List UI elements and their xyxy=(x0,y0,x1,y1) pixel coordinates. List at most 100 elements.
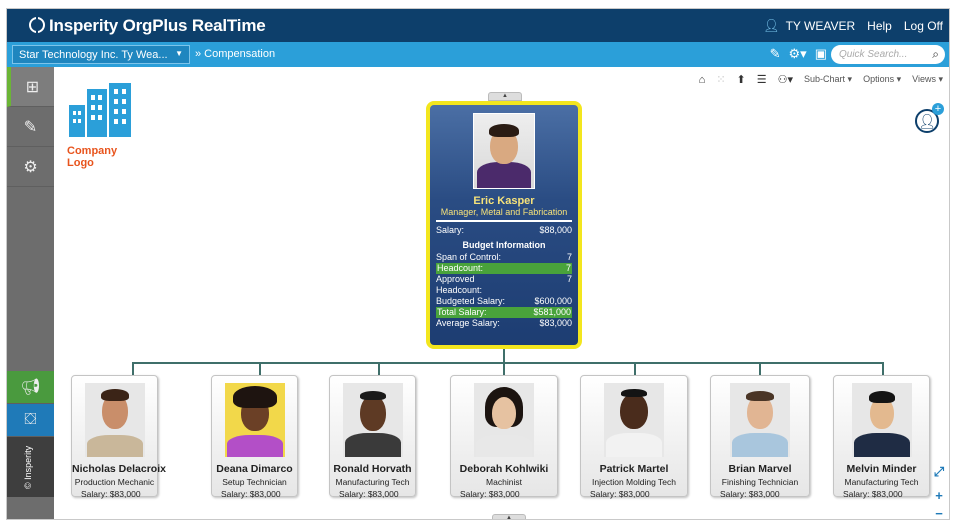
employee-salary: Salary: $83,000 xyxy=(843,489,903,499)
logoff-link[interactable]: Log Off xyxy=(904,19,943,33)
list-icon[interactable]: ☰ xyxy=(757,73,767,86)
employee-salary: Salary: $83,000 xyxy=(720,489,780,499)
search-input[interactable]: Quick Search... ⌕ xyxy=(831,45,945,64)
settings-dropdown-icon[interactable]: ⚙▾ xyxy=(789,46,807,62)
views-menu[interactable]: Views ▾ xyxy=(912,74,943,85)
budgeted-row: Budgeted Salary: $600,000 xyxy=(436,296,572,306)
sub-header-icons: ✎ ⚙▾ ▣ xyxy=(770,46,827,62)
employee-photo xyxy=(851,383,912,457)
employee-card[interactable]: Nicholas Delacroix Production Mechanic S… xyxy=(71,375,166,499)
home-icon[interactable]: ⌂ xyxy=(699,74,706,86)
employee-photo xyxy=(342,383,403,457)
connector-line xyxy=(503,349,505,363)
salary-row: Salary: $88,000 xyxy=(436,225,572,235)
up-level-icon[interactable]: ⬆ xyxy=(737,73,746,86)
manager-card[interactable]: Eric Kasper Manager, Metal and Fabricati… xyxy=(426,101,582,349)
employee-name: Melvin Minder xyxy=(846,463,917,475)
connector-line xyxy=(259,362,261,375)
gears-icon[interactable]: ⚙ xyxy=(7,147,54,187)
org-chart-icon[interactable]: ⊞ xyxy=(7,67,54,107)
employee-name: Deborah Kohlwiki xyxy=(459,463,549,475)
left-sidebar: ⊞ ✎ ⚙ 📢︎ ⛋ © Insperity xyxy=(7,67,54,519)
employee-photo xyxy=(604,383,664,457)
manager-name: Eric Kasper xyxy=(473,195,535,207)
employee-name: Patrick Martel xyxy=(599,463,669,475)
employee-name: Brian Marvel xyxy=(728,463,792,475)
employee-title: Machinist xyxy=(486,477,522,487)
employee-card[interactable]: Patrick Martel Injection Molding Tech Sa… xyxy=(580,375,688,499)
connector-line xyxy=(634,362,636,375)
employee-name: Nicholas Delacroix xyxy=(72,463,166,475)
company-select[interactable]: Star Technology Inc. Ty Wea... ▼ xyxy=(12,45,190,64)
breadcrumb[interactable]: » Compensation xyxy=(195,48,275,60)
employee-card[interactable]: Melvin Minder Manufacturing Tech Salary:… xyxy=(833,375,930,499)
collapse-up-button[interactable]: ▲ xyxy=(488,92,522,101)
fit-to-screen-icon[interactable]: ⤢ xyxy=(932,465,946,479)
connector-line xyxy=(132,362,134,375)
employee-title: Injection Molding Tech xyxy=(592,477,676,487)
connector-line xyxy=(503,362,505,375)
zoom-out-button[interactable]: − xyxy=(932,507,946,520)
connector-line xyxy=(882,362,884,375)
chevron-down-icon: ▼ xyxy=(175,49,183,58)
employee-salary: Salary: $83,000 xyxy=(81,489,141,499)
employee-title: Setup Technician xyxy=(222,477,287,487)
employee-name: Ronald Horvath xyxy=(333,463,412,475)
add-user-icon[interactable]: 👤︎ xyxy=(915,103,944,133)
average-salary-row: Average Salary: $83,000 xyxy=(436,318,572,328)
employee-salary: Salary: $83,000 xyxy=(590,489,650,499)
buildings-icon xyxy=(69,83,131,137)
employee-card[interactable]: Deana Dimarco Setup Technician Salary: $… xyxy=(211,375,298,499)
edit-icon[interactable]: ✎ xyxy=(7,107,54,147)
connector-line xyxy=(378,362,380,375)
subchart-menu[interactable]: Sub-Chart ▾ xyxy=(804,74,852,85)
insperity-logo-icon xyxy=(29,17,45,33)
search-icon[interactable]: ⌕ xyxy=(932,47,939,62)
help-link[interactable]: Help xyxy=(867,19,892,33)
collapse-down-button[interactable]: ▲ xyxy=(492,514,526,519)
grid-icon[interactable]: ⁙ xyxy=(716,73,725,86)
headcount-row: Headcount: 7 xyxy=(436,263,572,274)
export-icon[interactable]: ▣ xyxy=(815,46,827,62)
employee-card[interactable]: Ronald Horvath Manufacturing Tech Salary… xyxy=(329,375,416,499)
company-logo: Company Logo xyxy=(67,81,147,169)
employee-photo xyxy=(84,383,145,457)
hierarchy-dropdown-icon[interactable]: ⚇▾ xyxy=(778,73,793,86)
options-menu[interactable]: Options ▾ xyxy=(863,74,901,85)
user-icon: 👤︎ xyxy=(763,17,780,33)
employee-title: Manufacturing Tech xyxy=(844,477,919,487)
employee-photo xyxy=(224,383,285,457)
employee-salary: Salary: $83,000 xyxy=(221,489,281,499)
employee-name: Deana Dimarco xyxy=(216,463,293,475)
vertical-brand: © Insperity xyxy=(7,437,54,497)
employee-title: Finishing Technician xyxy=(721,477,799,487)
chart-canvas[interactable]: Company Logo ⌂ ⁙ ⬆ ☰ ⚇▾ Sub-Chart ▾ Opti… xyxy=(54,67,949,520)
app-window: Insperity OrgPlus RealTime 👤︎ TY WEAVER … xyxy=(6,8,950,520)
search-placeholder: Quick Search... xyxy=(839,49,908,60)
company-select-value: Star Technology Inc. Ty Wea... xyxy=(19,49,168,61)
employee-title: Manufacturing Tech xyxy=(335,477,410,487)
sub-header: Star Technology Inc. Ty Wea... ▼ » Compe… xyxy=(7,42,949,67)
employee-photo xyxy=(730,383,790,457)
logo-text: Company Logo xyxy=(67,145,118,169)
pencil-icon[interactable]: ✎ xyxy=(770,46,781,62)
employee-salary: Salary: $83,000 xyxy=(339,489,399,499)
app-brand: Insperity OrgPlus RealTime xyxy=(29,16,266,36)
span-row: Span of Control: 7 xyxy=(436,252,572,262)
divider xyxy=(436,220,572,222)
employee-salary: Salary: $83,000 xyxy=(460,489,520,499)
manager-title: Manager, Metal and Fabrication xyxy=(440,207,568,217)
megaphone-icon[interactable]: 📢︎ xyxy=(7,371,54,404)
employee-card[interactable]: Deborah Kohlwiki Machinist Salary: $83,0… xyxy=(450,375,558,499)
budget-heading: Budget Information xyxy=(462,240,546,250)
zoom-in-button[interactable]: + xyxy=(932,489,946,503)
top-header: Insperity OrgPlus RealTime 👤︎ TY WEAVER … xyxy=(7,9,949,42)
employee-photo xyxy=(474,383,534,457)
box-icon[interactable]: ⛋ xyxy=(7,404,54,437)
approved-row: Approved Headcount: 7 xyxy=(436,274,572,295)
top-right-menu: 👤︎ TY WEAVER Help Log Off xyxy=(751,9,943,42)
connector-line xyxy=(132,362,884,364)
connector-line xyxy=(759,362,761,375)
employee-card[interactable]: Brian Marvel Finishing Technician Salary… xyxy=(710,375,810,499)
user-name[interactable]: TY WEAVER xyxy=(786,19,856,33)
